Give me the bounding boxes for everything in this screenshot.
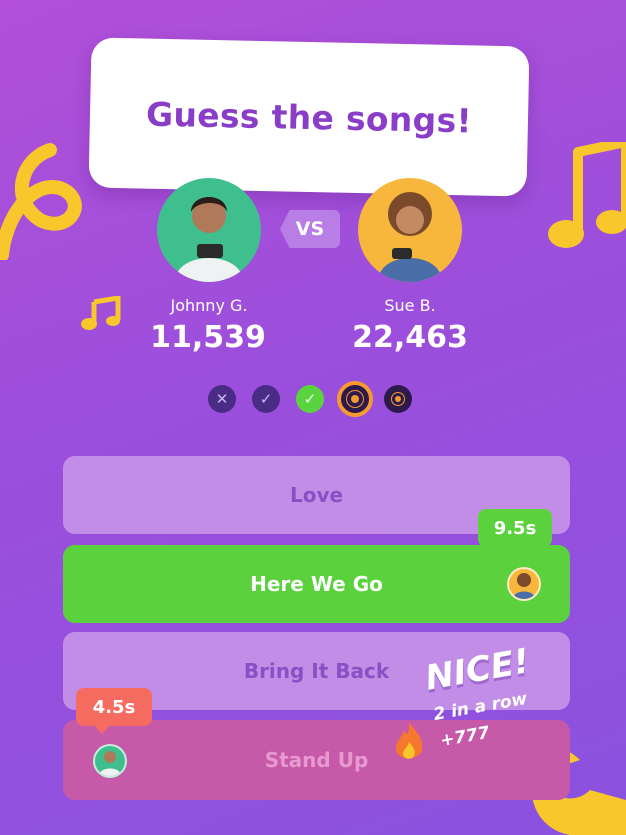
answer-label: Stand Up — [264, 748, 369, 772]
check-icon: ✓ — [303, 390, 317, 408]
fire-icon — [395, 722, 423, 759]
player-mini-avatar — [93, 744, 127, 778]
vinyl-icon — [395, 396, 401, 402]
vinyl-icon — [351, 395, 359, 403]
opponent-name: Sue B. — [384, 296, 436, 315]
round-result-wrong: ✕ — [208, 385, 236, 413]
player-score: 11,539 — [150, 320, 266, 355]
round-result-correct: ✓ — [252, 385, 280, 413]
answer-label: Love — [289, 483, 344, 507]
answer-label: Here We Go — [250, 572, 383, 596]
prompt-bubble: Guess the songs! — [88, 37, 530, 197]
answer-option-wrong[interactable]: Stand Up — [63, 720, 570, 800]
player-answer-time: 4.5s — [76, 688, 152, 734]
music-note-large-icon — [548, 142, 626, 248]
round-result-correct-current: ✓ — [296, 385, 324, 413]
answer-option-correct[interactable]: Here We Go — [63, 545, 570, 623]
player-avatar-johnny — [157, 178, 261, 282]
player-name: Johnny G. — [170, 296, 248, 315]
prompt-title: Guess the songs! — [145, 94, 473, 140]
opponent-score: 22,463 — [352, 320, 468, 355]
player-avatar-sue — [358, 178, 462, 282]
versus-badge: VS — [280, 210, 340, 248]
round-current — [337, 381, 373, 417]
check-icon: ✓ — [259, 390, 273, 408]
squiggle-icon — [0, 143, 82, 260]
opponent-mini-avatar — [507, 567, 541, 601]
round-upcoming — [384, 385, 412, 413]
close-icon: ✕ — [215, 390, 229, 408]
opponent-answer-time: 9.5s — [478, 509, 552, 555]
answer-label: Bring It Back — [243, 659, 390, 683]
